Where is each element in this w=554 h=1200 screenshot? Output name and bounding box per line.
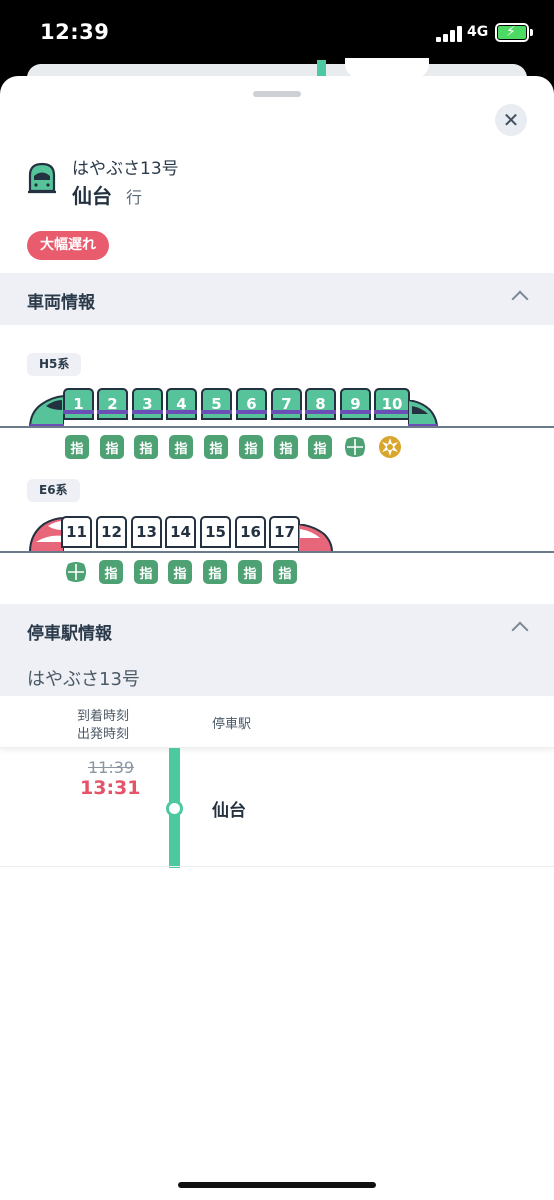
seat-reserved-icon: 指 xyxy=(204,435,228,459)
car-h5-2[interactable]: 2 xyxy=(97,388,128,420)
battery-cap xyxy=(530,29,533,36)
stop-info-title: 停車駅情報 xyxy=(27,624,112,644)
row-divider xyxy=(0,866,554,867)
car-h5-6[interactable]: 6 xyxy=(236,388,267,420)
green-car-icon xyxy=(343,435,367,459)
seat-reserved-icon: 指 xyxy=(274,435,298,459)
car-h5-1[interactable]: 1 xyxy=(63,388,94,420)
car-info-header[interactable]: 車両情報 xyxy=(0,273,554,325)
car-e6-15[interactable]: 15 xyxy=(200,516,231,548)
seat-reserved-icon: 指 xyxy=(203,560,227,584)
stop-info-train-name: はやぶさ13号 xyxy=(27,669,140,690)
car-h5-7[interactable]: 7 xyxy=(271,388,302,420)
status-bar: 12:39 4G ⚡ xyxy=(0,0,554,70)
destination: 仙台 xyxy=(72,184,112,208)
car-h5-4[interactable]: 4 xyxy=(166,388,197,420)
car-e6-16[interactable]: 16 xyxy=(235,516,266,548)
col-station-label: 停車駅 xyxy=(212,717,252,732)
stop-table-header: 到着時刻 出発時刻 停車駅 xyxy=(0,696,554,748)
train-name: はやぶさ13号 xyxy=(72,159,179,179)
car-h5-9[interactable]: 9 xyxy=(340,388,371,420)
delay-badge: 大幅遅れ xyxy=(27,231,109,260)
seat-reserved-icon: 指 xyxy=(134,560,158,584)
gran-class-icon xyxy=(379,436,401,458)
e6-front-nose xyxy=(28,516,64,552)
seat-reserved-icon: 指 xyxy=(65,435,89,459)
seat-reserved-icon: 指 xyxy=(239,435,263,459)
col-arrival-label: 到着時刻 xyxy=(77,709,130,724)
h5-rear-nose xyxy=(408,400,438,428)
series-tag-h5: H5系 xyxy=(27,353,82,376)
actual-time: 13:31 xyxy=(80,777,141,799)
destination-suffix: 行 xyxy=(126,188,143,207)
close-icon: ✕ xyxy=(502,108,520,132)
background-card-button xyxy=(345,58,429,78)
car-e6-12[interactable]: 12 xyxy=(96,516,127,548)
rail-e6 xyxy=(0,551,554,553)
train-detail-sheet: ✕ はやぶさ13号 仙台 行 大幅遅れ 車両情報 H5系 1 2 3 4 5 6… xyxy=(0,76,554,1200)
scheduled-time: 11:39 xyxy=(88,758,135,777)
seat-reserved-icon: 指 xyxy=(238,560,262,584)
series-tag-e6: E6系 xyxy=(27,479,80,502)
seat-reserved-icon: 指 xyxy=(99,560,123,584)
sheet-grabber[interactable] xyxy=(253,91,301,97)
car-info-title: 車両情報 xyxy=(27,293,95,313)
seat-reserved-icon: 指 xyxy=(273,560,297,584)
chevron-up-icon xyxy=(511,290,529,308)
seat-reserved-icon: 指 xyxy=(168,560,192,584)
car-e6-13[interactable]: 13 xyxy=(131,516,162,548)
status-time: 12:39 xyxy=(40,20,110,44)
home-indicator[interactable] xyxy=(178,1182,376,1188)
shinkansen-icon xyxy=(28,162,56,194)
col-departure-label: 出発時刻 xyxy=(77,727,130,742)
seat-reserved-icon: 指 xyxy=(308,435,332,459)
car-e6-11[interactable]: 11 xyxy=(61,516,92,548)
seat-reserved-icon: 指 xyxy=(100,435,124,459)
close-button[interactable]: ✕ xyxy=(495,104,527,136)
car-e6-17[interactable]: 17 xyxy=(269,516,300,548)
e6-rear-nose xyxy=(298,524,334,552)
chevron-up-icon xyxy=(511,621,529,639)
car-h5-5[interactable]: 5 xyxy=(201,388,232,420)
car-h5-8[interactable]: 8 xyxy=(305,388,336,420)
rail-h5 xyxy=(0,426,554,428)
station-name[interactable]: 仙台 xyxy=(212,796,246,821)
battery-icon: ⚡ xyxy=(495,23,529,42)
car-h5-3[interactable]: 3 xyxy=(132,388,163,420)
car-e6-14[interactable]: 14 xyxy=(165,516,196,548)
seat-reserved-icon: 指 xyxy=(169,435,193,459)
seat-reserved-icon: 指 xyxy=(134,435,158,459)
car-h5-10[interactable]: 10 xyxy=(374,388,410,420)
network-type: 4G xyxy=(467,24,489,40)
h5-front-nose xyxy=(28,394,64,428)
station-dot xyxy=(166,800,183,817)
signal-icon xyxy=(436,26,464,42)
green-car-icon xyxy=(64,560,88,584)
